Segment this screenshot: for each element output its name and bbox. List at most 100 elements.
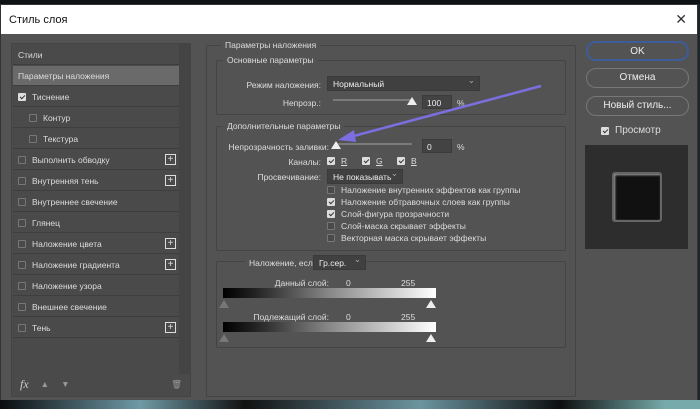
channel-b-checkbox[interactable]: B <box>397 156 417 166</box>
blend-mode-select[interactable]: Нормальный <box>327 75 480 91</box>
checkbox <box>327 210 335 218</box>
style-item[interactable]: Тиснение <box>13 87 180 107</box>
add-icon[interactable]: + <box>165 175 176 186</box>
checkbox <box>327 186 335 194</box>
option-label: Наложение обтравочных слоев как группы <box>341 197 510 207</box>
underlying-label: Подлежащий слой: <box>253 312 329 322</box>
style-item[interactable]: Текстура <box>13 129 180 149</box>
add-icon[interactable]: + <box>165 154 176 165</box>
knockout-select[interactable]: Не показывать <box>327 168 403 184</box>
preview-swatch <box>612 172 662 222</box>
blending-options-title: Параметры наложения <box>221 40 321 50</box>
preview-label: Просмотр <box>615 125 661 136</box>
underlying-white-thumb[interactable] <box>426 334 436 342</box>
option-label: Слой-маска скрывает эффекты <box>341 221 466 231</box>
style-item-label: Наложение узора <box>32 280 102 291</box>
style-item[interactable]: Наложение цвета + <box>13 234 180 254</box>
style-item[interactable]: Наложение градиента + <box>13 255 180 275</box>
checkbox[interactable] <box>18 323 26 332</box>
checkbox <box>327 222 335 230</box>
dialog-title: Стиль слоя <box>9 14 68 26</box>
underlying-max: 255 <box>401 312 416 322</box>
option-checkbox[interactable]: Векторная маска скрывает эффекты <box>327 233 486 243</box>
style-item[interactable]: Тень + <box>13 318 180 338</box>
opacity-slider-thumb[interactable] <box>407 97 417 105</box>
channel-label: R <box>341 156 348 166</box>
style-item[interactable]: Внутренняя тень + <box>13 171 180 191</box>
underlying-black-thumb[interactable] <box>219 334 229 342</box>
fill-opacity-slider[interactable] <box>337 143 412 145</box>
channel-label: G <box>376 156 383 166</box>
preview-checkbox[interactable]: Просмотр <box>601 125 661 136</box>
checkbox[interactable] <box>29 113 37 122</box>
option-checkbox[interactable]: Слой-фигура прозрачности <box>327 209 449 219</box>
checkbox[interactable] <box>18 218 26 227</box>
style-item[interactable]: Контур <box>13 108 180 128</box>
fill-opacity-slider-thumb[interactable] <box>331 141 341 149</box>
style-item-label: Внешнее свечение <box>32 301 107 312</box>
checkbox <box>327 198 335 206</box>
styles-footer: fx ▲ ▼ 🗑 <box>12 372 190 396</box>
underlying-gradient <box>223 322 436 332</box>
option-checkbox[interactable]: Наложение внутренних эффектов как группы <box>327 185 520 195</box>
background-image-strip <box>0 400 700 409</box>
style-item-label: Тиснение <box>32 91 70 102</box>
style-item-label: Стили <box>18 49 43 60</box>
scrollbar[interactable] <box>179 44 190 374</box>
checkbox[interactable] <box>18 260 26 269</box>
general-group: Основные параметры Режим наложения: Норм… <box>216 55 566 115</box>
option-checkbox[interactable]: Наложение обтравочных слоев как группы <box>327 197 510 207</box>
style-item-label: Выполнить обводку <box>32 154 110 165</box>
style-item-label: Контур <box>43 112 71 123</box>
style-item[interactable]: Выполнить обводку + <box>13 150 180 170</box>
trash-icon[interactable]: 🗑 <box>171 379 182 390</box>
checkbox[interactable] <box>29 134 37 143</box>
ok-button[interactable]: OK <box>586 41 689 61</box>
style-item-label: Параметры наложения <box>18 70 110 81</box>
channels-label: Каналы: <box>288 157 321 167</box>
close-icon[interactable]: ✕ <box>675 11 687 28</box>
new-style-button[interactable]: Новый стиль... <box>586 96 689 116</box>
add-icon[interactable]: + <box>165 322 176 333</box>
option-checkbox[interactable]: Слой-маска скрывает эффекты <box>327 221 466 231</box>
checkbox[interactable] <box>18 302 26 311</box>
this-layer-white-thumb[interactable] <box>426 300 436 308</box>
fill-opacity-input[interactable]: 0 <box>422 139 452 153</box>
add-icon[interactable]: + <box>165 259 176 270</box>
checkbox[interactable] <box>18 281 26 290</box>
checkbox <box>327 234 335 242</box>
layer-style-dialog: Стиль слоя ✕ Стили Параметры наложения Тис… <box>0 4 698 402</box>
this-layer-max: 255 <box>401 278 416 288</box>
add-icon[interactable]: + <box>165 238 176 249</box>
style-item-label: Тень <box>32 322 51 333</box>
style-item[interactable]: Наложение узора <box>13 276 180 296</box>
style-item-label: Наложение цвета <box>32 238 102 249</box>
style-item[interactable]: Параметры наложения <box>13 66 180 86</box>
style-item[interactable]: Стили <box>13 45 180 65</box>
this-layer-black-thumb[interactable] <box>219 300 229 308</box>
advanced-title: Дополнительные параметры <box>223 121 345 131</box>
channel-r-checkbox[interactable]: R <box>327 156 347 166</box>
channel-g-checkbox[interactable]: G <box>362 156 383 166</box>
style-item[interactable]: Глянец <box>13 213 180 233</box>
title-bar: Стиль слоя ✕ <box>1 5 697 34</box>
styles-panel: Стили Параметры наложения Тиснение Контур Те… <box>11 43 191 397</box>
checkbox[interactable] <box>18 155 26 164</box>
this-layer-gradient <box>223 288 436 298</box>
opacity-input[interactable]: 100 <box>422 95 452 109</box>
move-up-icon[interactable]: ▲ <box>41 379 49 389</box>
style-item[interactable]: Внутреннее свечение <box>13 192 180 212</box>
checkbox[interactable] <box>18 176 26 185</box>
fx-button[interactable]: fx <box>20 377 29 392</box>
opacity-slider[interactable] <box>333 99 413 101</box>
style-item-label: Наложение градиента <box>32 259 120 270</box>
cancel-button[interactable]: Отмена <box>586 68 689 88</box>
checkbox[interactable] <box>18 92 26 101</box>
checkbox[interactable] <box>18 197 26 206</box>
style-preview <box>585 145 688 249</box>
style-item[interactable]: Внешнее свечение <box>13 297 180 317</box>
blend-if-group: Наложение, если: Гр.сер. Данный слой: 0 … <box>216 254 566 348</box>
checkbox[interactable] <box>18 239 26 248</box>
blend-if-select[interactable]: Гр.сер. <box>313 254 366 270</box>
move-down-icon[interactable]: ▼ <box>61 379 69 389</box>
